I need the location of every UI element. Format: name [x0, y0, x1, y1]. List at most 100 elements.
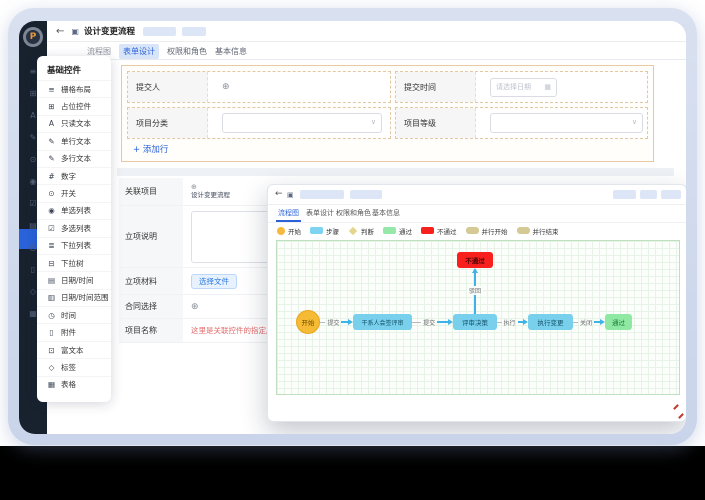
- edge-label: 关闭: [580, 319, 593, 327]
- legend-label: 通过: [399, 227, 412, 236]
- nav-icon[interactable]: ▦: [29, 309, 37, 318]
- flowchart-window: ← ▣ 流程图 表单设计 权限和角色 基本信息 开始 步骤 判断 通过 不通过 …: [267, 184, 686, 422]
- panel-item-switch[interactable]: ⊙ 开关: [37, 184, 111, 201]
- panel-item-label: 开关: [61, 189, 76, 199]
- panel-item-label: 下拉树: [61, 258, 84, 268]
- add-row-button[interactable]: + 添加行: [127, 143, 648, 155]
- tag-icon: ◇: [48, 362, 55, 372]
- panel-item-tag[interactable]: ◇ 标签: [37, 358, 111, 375]
- pill-placeholder[interactable]: [142, 26, 176, 36]
- panel-item-dropdown-tree[interactable]: ⊟ 下拉树: [37, 253, 111, 271]
- panel-item-label: 日期/时间范围: [61, 293, 109, 303]
- flowchart-canvas[interactable]: 开始 提交 干系人会签评审 提交 评审决策 执行 执行变更 关闭 通过 不通过 …: [276, 240, 680, 395]
- pill-placeholder[interactable]: [661, 190, 681, 199]
- nav-icon[interactable]: ≡: [30, 67, 37, 76]
- panel-item-label: 表格: [61, 380, 76, 390]
- field-submit-time[interactable]: 提交时间 请选择日期 ▦: [395, 71, 648, 103]
- legend-parallel-start-shape: [465, 227, 479, 234]
- panel-title: 基础控件: [47, 66, 82, 76]
- nav-icon[interactable]: ☑: [29, 199, 36, 208]
- datetime-icon: ▤: [47, 275, 56, 285]
- panel-item-placeholder-control[interactable]: ⊞ 占位控件: [37, 97, 111, 114]
- time-icon: ◷: [48, 310, 55, 320]
- pill-placeholder[interactable]: [300, 190, 344, 199]
- flow-tab-form-design[interactable]: 表单设计: [306, 208, 334, 218]
- tab-form-design[interactable]: 表单设计: [119, 44, 159, 62]
- panel-item-label: 单行文本: [61, 136, 91, 146]
- panel-item-rich-text[interactable]: ⊡ 富文本: [37, 340, 111, 358]
- panel-item-label: 栅格布局: [61, 84, 91, 94]
- tab-permissions-roles[interactable]: 权限和角色: [163, 44, 211, 59]
- resize-handle[interactable]: [673, 404, 679, 410]
- nav-icon[interactable]: A: [30, 111, 35, 120]
- field-label: 关联项目: [119, 178, 183, 205]
- field-project-level[interactable]: 项目等级 ∨: [395, 107, 648, 139]
- resize-handle[interactable]: [678, 413, 684, 419]
- panel-item-radio-list[interactable]: ◉ 单选列表: [37, 201, 111, 219]
- flow-window-header: ← ▣: [268, 185, 686, 205]
- field-project-category[interactable]: 项目分类 ∨: [127, 107, 391, 139]
- panel-item-label: 标签: [61, 362, 76, 372]
- panel-item-table[interactable]: ▦ 表格: [37, 375, 111, 393]
- flow-tab-permissions-roles[interactable]: 权限和角色: [336, 208, 371, 218]
- readonly-text-icon: A: [48, 119, 55, 129]
- choose-file-button[interactable]: 选择文件: [191, 273, 237, 289]
- pill-placeholder[interactable]: [640, 190, 657, 199]
- field-submitter[interactable]: 提交人 ⊕: [127, 71, 391, 103]
- panel-item-attachment[interactable]: ▯ 附件: [37, 323, 111, 340]
- panel-item-time[interactable]: ◷ 时间: [37, 306, 111, 323]
- legend-label: 开始: [288, 227, 301, 236]
- pill-placeholder[interactable]: [181, 26, 206, 36]
- chevron-down-icon: ∨: [370, 118, 376, 126]
- back-icon[interactable]: ←: [275, 189, 283, 199]
- nav-icon[interactable]: ⊙: [30, 155, 37, 164]
- related-project-value: 设计变更流程: [191, 190, 230, 199]
- nav-icon[interactable]: ▤: [29, 221, 37, 230]
- flow-node-reject[interactable]: 不通过: [457, 252, 493, 268]
- panel-item-checkbox-list[interactable]: ☑ 多选列表: [37, 219, 111, 236]
- panel-item-label: 数字: [61, 171, 76, 181]
- category-select[interactable]: ∨: [222, 113, 382, 133]
- edge-label: 提交: [327, 319, 340, 327]
- flow-tab-basic-info[interactable]: 基本信息: [372, 208, 400, 218]
- nav-icon[interactable]: ◷: [30, 243, 37, 252]
- flow-tab-flowchart[interactable]: 流程图: [276, 208, 301, 222]
- app-window: P ≡ ⊞ A ✎ ⊙ ◉ ☑ ▤ ◷ ▯ ◇ ▦ ← ▣ 设计变更流程 流程图…: [8, 8, 697, 445]
- plus-icon[interactable]: ⊕: [191, 302, 199, 312]
- legend-label: 并行开始: [481, 227, 508, 236]
- panel-item-datetime-range[interactable]: ▥ 日期/时间范围: [37, 288, 111, 306]
- legend-label: 步骤: [326, 227, 339, 236]
- flow-node-stakeholder-review[interactable]: 干系人会签评审: [353, 314, 412, 330]
- nav-icon[interactable]: ◉: [30, 177, 37, 186]
- nav-icon[interactable]: ▯: [31, 265, 35, 274]
- nav-icon[interactable]: ◇: [30, 287, 36, 296]
- form-grid-container[interactable]: 提交人 ⊕ 提交时间 请选择日期 ▦ 项目分类 ∨ 项目等级 ∨ + 添加行: [121, 65, 654, 162]
- panel-item-single-line-text[interactable]: ✎ 单行文本: [37, 132, 111, 149]
- legend-label: 判断: [361, 227, 374, 236]
- plus-icon[interactable]: ⊕: [222, 82, 230, 92]
- nav-icon[interactable]: ✎: [30, 133, 37, 142]
- back-icon[interactable]: ←: [56, 26, 64, 37]
- flow-node-pass[interactable]: 通过: [605, 314, 632, 330]
- panel-item-readonly-text[interactable]: A 只读文本: [37, 114, 111, 132]
- date-picker-input[interactable]: 请选择日期 ▦: [490, 77, 557, 97]
- flow-node-start[interactable]: 开始: [296, 310, 320, 334]
- field-label: 项目分类: [128, 108, 208, 138]
- nav-icon[interactable]: ⊞: [30, 89, 37, 98]
- description-textarea[interactable]: [191, 210, 275, 263]
- panel-item-label: 占位控件: [61, 102, 91, 112]
- flow-node-review-decision[interactable]: 评审决策: [453, 314, 497, 330]
- pill-placeholder[interactable]: [613, 190, 636, 199]
- tab-basic-info[interactable]: 基本信息: [211, 44, 251, 59]
- panel-item-number[interactable]: # 数字: [37, 166, 111, 184]
- panel-item-multi-line-text[interactable]: ✎ 多行文本: [37, 149, 111, 167]
- level-select[interactable]: ∨: [490, 113, 643, 133]
- panel-item-dropdown-list[interactable]: ≣ 下拉列表: [37, 236, 111, 254]
- page-title: 设计变更流程: [83, 27, 135, 37]
- flow-node-execute-change[interactable]: 执行变更: [528, 314, 573, 330]
- field-label: 提交时间: [396, 72, 476, 102]
- logo-letter: P: [26, 30, 40, 44]
- panel-item-grid-layout[interactable]: ≡ 栅格布局: [37, 80, 111, 97]
- pill-placeholder[interactable]: [350, 190, 382, 199]
- panel-item-datetime[interactable]: ▤ 日期/时间: [37, 271, 111, 288]
